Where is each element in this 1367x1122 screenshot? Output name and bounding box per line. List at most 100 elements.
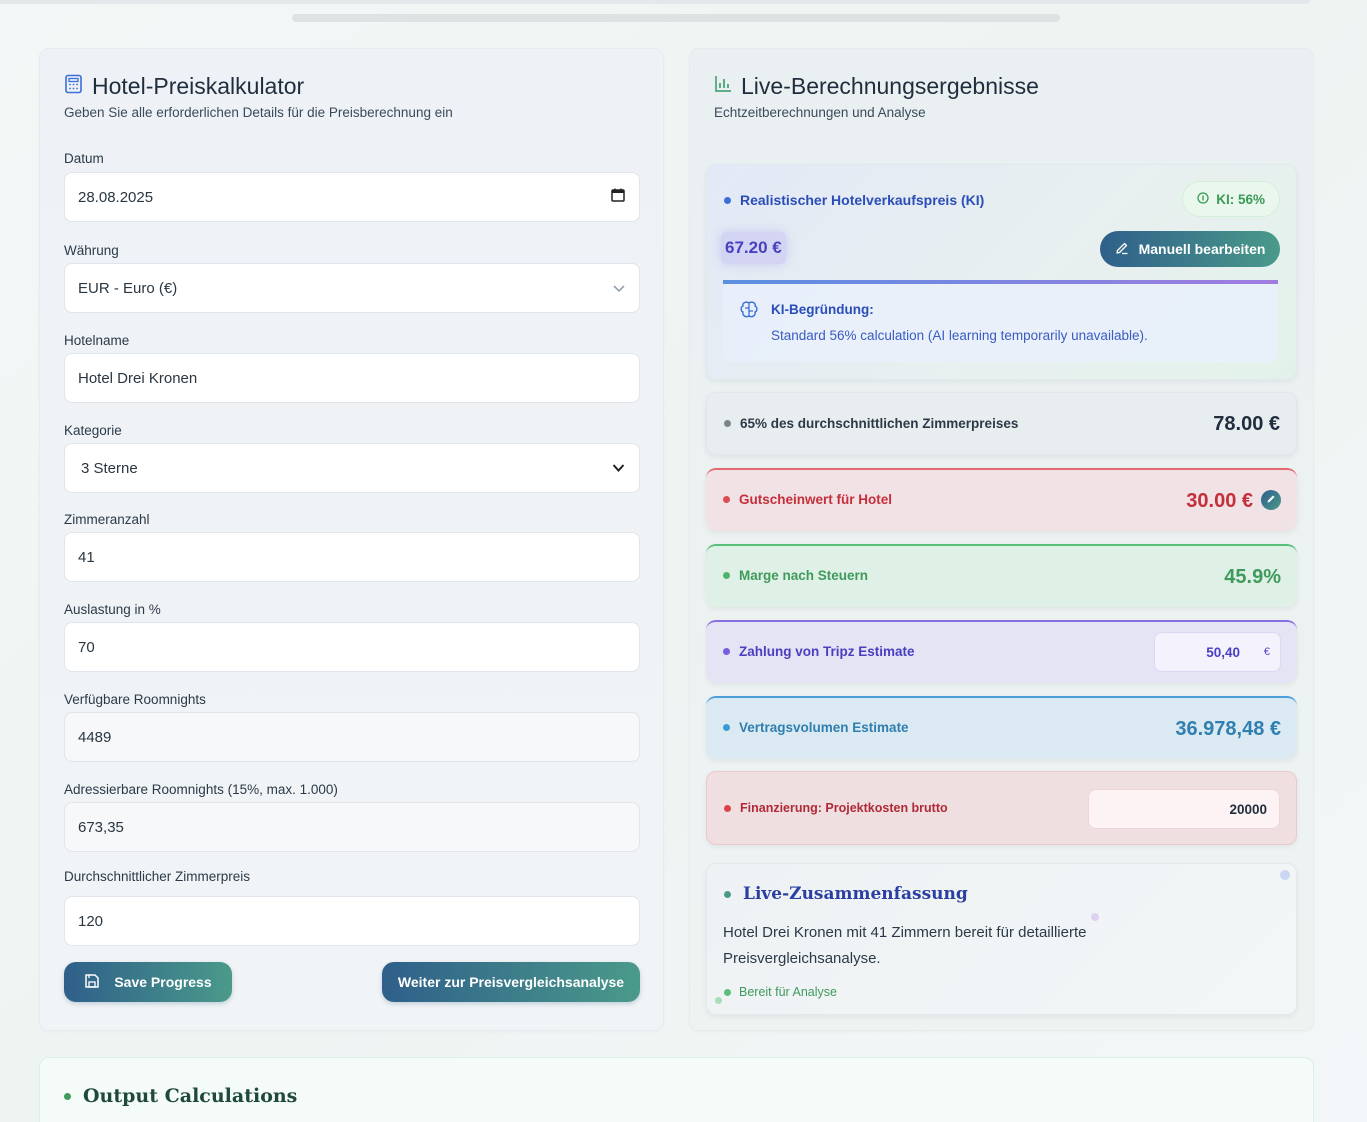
top-bar	[0, 0, 1310, 4]
ki-price-card: Realistischer Hotelverkaufspreis (KI) KI…	[706, 164, 1297, 380]
rooms-value: 41	[78, 548, 95, 566]
save-progress-label: Save Progress	[114, 974, 212, 990]
ki-info-icon	[1197, 191, 1209, 207]
next-to-comparison-label: Weiter zur Preisvergleichsanalyse	[397, 974, 625, 990]
calculator-header: Hotel-Preiskalkulator	[64, 73, 304, 100]
results-title: Live-Berechnungsergebnisse	[741, 73, 1039, 99]
status-dot	[724, 988, 731, 996]
available-roomnights-input[interactable]: 4489	[64, 712, 640, 762]
addressable-roomnights-value: 673,35	[78, 818, 124, 836]
addressable-roomnights-label: Adressierbare Roomnights (15%, max. 1.00…	[64, 782, 338, 797]
voucher-dot	[723, 496, 730, 503]
hotelname-input[interactable]: Hotel Drei Kronen	[64, 353, 640, 403]
contract-volume-value: 36.978,48 €	[1175, 718, 1281, 740]
bar-chart-icon	[714, 75, 732, 98]
category-select[interactable]: 3 Sterne	[64, 443, 640, 493]
available-roomnights-value: 4489	[78, 728, 112, 746]
tripz-card: Zahlung von Tripz Estimate 50,40 €	[706, 620, 1297, 683]
calculator-title: Hotel-Preiskalkulator	[92, 73, 305, 99]
next-to-comparison-button[interactable]: Weiter zur Preisvergleichsanalyse	[382, 962, 640, 1002]
horizontal-scrollbar[interactable]	[292, 14, 1060, 22]
output-calculations-card: Output Calculations	[39, 1057, 1314, 1122]
tripz-unit: €	[1263, 646, 1270, 658]
output-header: Output Calculations	[64, 1085, 297, 1107]
avg-room-price-result-value: 78.00 €	[1213, 413, 1280, 435]
summary-dot	[724, 890, 731, 898]
financing-card: Finanzierung: Projektkosten brutto 20000	[706, 771, 1297, 845]
ki-badge-text: KI: 56%	[1216, 191, 1265, 207]
save-progress-button[interactable]: Save Progress	[64, 962, 232, 1002]
avg-room-price-dot	[724, 420, 731, 427]
financing-dot	[724, 804, 731, 812]
contract-volume-dot	[723, 724, 730, 731]
voucher-edit-button[interactable]	[1261, 490, 1281, 510]
financing-input[interactable]: 20000	[1088, 789, 1280, 829]
currency-label: Währung	[64, 243, 119, 258]
manual-edit-button[interactable]: Manuell bearbeiten	[1100, 231, 1280, 267]
manual-edit-label: Manuell bearbeiten	[1138, 241, 1266, 257]
summary-text: Hotel Drei Kronen mit 41 Zimmern bereit …	[723, 924, 1087, 967]
ki-reason-text: Standard 56% calculation (AI learning te…	[771, 328, 1148, 343]
live-summary-card: Live-Zusammenfassung Hotel Drei Kronen m…	[706, 863, 1297, 1015]
avg-room-price-label: Durchschnittlicher Zimmerpreis	[64, 869, 251, 884]
tripz-value: 50,40	[1206, 645, 1240, 660]
contract-volume-row: Vertragsvolumen Estimate	[723, 720, 909, 735]
avg-room-price-card: 65% des durchschnittlichen Zimmerpreises…	[706, 392, 1297, 455]
summary-header: Live-Zusammenfassung	[724, 884, 968, 904]
contract-volume-label: Vertragsvolumen Estimate	[739, 720, 909, 735]
financing-value: 20000	[1229, 802, 1267, 817]
hotelname-value: Hotel Drei Kronen	[78, 369, 198, 387]
calendar-icon[interactable]	[611, 188, 625, 206]
occupancy-input[interactable]: 70	[64, 622, 640, 672]
occupancy-value: 70	[78, 638, 95, 656]
pencil-icon	[1266, 491, 1276, 509]
financing-label: Finanzierung: Projektkosten brutto	[740, 801, 948, 815]
decor-dot	[1280, 870, 1290, 880]
tripz-input[interactable]: 50,40 €	[1154, 632, 1281, 672]
chevron-down-icon	[613, 280, 625, 297]
pencil-icon	[1115, 241, 1129, 258]
avg-room-price-row: 65% des durchschnittlichen Zimmerpreises	[724, 416, 1018, 431]
voucher-label: Gutscheinwert für Hotel	[739, 492, 893, 507]
category-value: 3 Sterne	[81, 459, 138, 477]
ki-reason-title: KI-Begründung:	[771, 302, 874, 317]
addressable-roomnights-input[interactable]: 673,35	[64, 802, 640, 852]
date-label: Datum	[64, 151, 104, 166]
available-roomnights-label: Verfügbare Roomnights	[64, 692, 206, 707]
date-input[interactable]: 28.08.2025	[64, 172, 640, 222]
ki-price-label-row: Realistischer Hotelverkaufspreis (KI)	[724, 192, 984, 208]
rooms-input[interactable]: 41	[64, 532, 640, 582]
calculator-subtitle: Geben Sie alle erforderlichen Details fü…	[64, 105, 453, 120]
output-title: Output Calculations	[83, 1085, 298, 1107]
results-subtitle: Echtzeitberechnungen und Analyse	[714, 105, 926, 120]
avg-room-price-input[interactable]: 120	[64, 896, 640, 946]
results-header: Live-Berechnungsergebnisse	[714, 73, 1039, 100]
calculator-panel: Hotel-Preiskalkulator Geben Sie alle erf…	[39, 48, 664, 1031]
save-icon	[84, 973, 100, 992]
avg-room-price-value: 120	[78, 912, 104, 930]
voucher-value: 30.00 €	[1186, 490, 1253, 512]
currency-select[interactable]: EUR - Euro (€)	[64, 263, 640, 313]
chevron-down-icon	[612, 460, 625, 477]
margin-value: 45.9%	[1224, 566, 1281, 588]
tripz-label: Zahlung von Tripz Estimate	[739, 644, 915, 659]
margin-label: Marge nach Steuern	[739, 568, 869, 583]
occupancy-label: Auslastung in %	[64, 602, 161, 617]
contract-volume-card: Vertragsvolumen Estimate 36.978,48 €	[706, 696, 1297, 759]
margin-dot	[723, 572, 730, 579]
output-dot	[64, 1092, 71, 1100]
rooms-label: Zimmeranzahl	[64, 512, 150, 527]
margin-card: Marge nach Steuern 45.9%	[706, 544, 1297, 607]
brain-icon	[739, 300, 759, 325]
calculator-icon	[64, 74, 83, 99]
voucher-row: Gutscheinwert für Hotel	[723, 492, 892, 507]
category-label: Kategorie	[64, 423, 122, 438]
ki-reason-box: KI-Begründung: Standard 56% calculation …	[723, 280, 1278, 362]
ki-price-value: 67.20 €	[721, 232, 786, 264]
currency-value: EUR - Euro (€)	[78, 279, 178, 297]
summary-title: Live-Zusammenfassung	[743, 884, 968, 904]
margin-row: Marge nach Steuern	[723, 568, 868, 583]
hotelname-label: Hotelname	[64, 333, 130, 348]
date-value: 28.08.2025	[78, 188, 154, 206]
results-panel: Live-Berechnungsergebnisse Echtzeitberec…	[689, 48, 1314, 1031]
